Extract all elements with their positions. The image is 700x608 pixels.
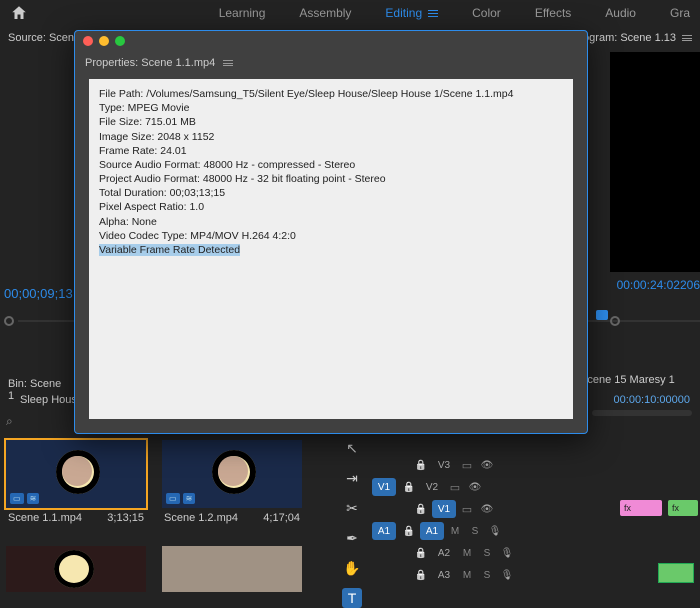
panel-menu-icon[interactable] <box>223 60 233 66</box>
clip-duration: 3;13;15 <box>107 512 144 524</box>
clip-thumb-2[interactable]: ▭≋ Scene 1.2.mp4 4;17;04 <box>162 440 302 528</box>
program-display[interactable] <box>610 52 700 272</box>
search-icon[interactable]: ⌕ <box>6 414 26 434</box>
timeline-clip[interactable]: fx <box>620 500 662 516</box>
timeline-clip[interactable] <box>658 563 694 583</box>
clip-thumb-3[interactable] <box>6 546 146 592</box>
playhead-marker-icon[interactable] <box>596 310 608 320</box>
mute-icon[interactable]: M <box>458 548 476 559</box>
zoom-icon[interactable] <box>115 36 125 46</box>
video-badge-icon: ▭ <box>10 493 24 504</box>
hand-tool-icon[interactable]: ✋ <box>342 558 362 578</box>
voiceover-icon[interactable] <box>498 547 516 559</box>
tab-color[interactable]: Color <box>472 6 501 20</box>
voiceover-icon[interactable] <box>486 525 504 537</box>
sequence-playhead-tc[interactable]: 00:00:10:00000 <box>614 394 700 406</box>
lock-icon[interactable] <box>412 547 430 559</box>
eye-icon[interactable] <box>478 459 496 471</box>
razor-tool-icon[interactable]: ✂ <box>342 498 362 518</box>
type-tool-icon[interactable]: T <box>342 588 362 608</box>
source-patch[interactable]: V1 <box>372 478 396 496</box>
window-titlebar[interactable] <box>75 31 587 51</box>
mute-icon[interactable]: M <box>446 526 464 537</box>
sync-lock-icon[interactable]: ▭ <box>446 481 464 494</box>
panel-menu-icon[interactable] <box>682 35 692 41</box>
voiceover-icon[interactable] <box>498 569 516 581</box>
bin-thumbnails: ▭≋ Scene 1.1.mp43;13;15 ▭≋ Scene 1.2.mp4… <box>6 440 302 528</box>
audio-badge-icon: ≋ <box>27 493 40 504</box>
solo-icon[interactable]: S <box>478 570 496 581</box>
properties-text[interactable]: File Path: /Volumes/Samsung_T5/Silent Ey… <box>89 79 573 419</box>
timeline-tools: ↖ ⇥ ✂ ✒ ✋ T <box>340 438 364 608</box>
minimize-icon[interactable] <box>99 36 109 46</box>
solo-icon[interactable]: S <box>478 548 496 559</box>
tab-effects[interactable]: Effects <box>535 6 571 20</box>
clip-thumb-1[interactable]: ▭≋ Scene 1.1.mp4 3;13;15 <box>6 440 146 528</box>
program-monitor: 00:00:24:02206 <box>610 52 700 294</box>
track-target[interactable]: A3 <box>432 566 456 584</box>
audio-badge-icon: ≋ <box>183 493 196 504</box>
variable-framerate-warning: Variable Frame Rate Detected <box>99 244 240 256</box>
sync-lock-icon[interactable]: ▭ <box>458 503 476 516</box>
eye-icon[interactable] <box>478 503 496 515</box>
track-v3[interactable]: V3 ▭ <box>372 454 700 476</box>
properties-dialog: Properties: Scene 1.1.mp4 File Path: /Vo… <box>74 30 588 434</box>
track-target[interactable]: A2 <box>432 544 456 562</box>
track-target[interactable]: A1 <box>420 522 444 540</box>
track-a2[interactable]: A2 M S <box>372 542 700 564</box>
clip-name: Scene 1.2.mp4 <box>164 512 238 524</box>
tab-audio[interactable]: Audio <box>605 6 636 20</box>
selection-tool-icon[interactable]: ↖ <box>342 438 362 458</box>
lock-icon[interactable] <box>412 503 430 515</box>
ripple-tool-icon[interactable]: ⇥ <box>342 468 362 488</box>
pen-tool-icon[interactable]: ✒ <box>342 528 362 548</box>
tab-editing[interactable]: Editing <box>385 6 438 20</box>
lock-icon[interactable] <box>400 525 418 537</box>
tab-learning[interactable]: Learning <box>219 6 266 20</box>
tab-graphics[interactable]: Gra <box>670 6 690 20</box>
lock-icon[interactable] <box>400 481 418 493</box>
timeline-zoom[interactable] <box>600 410 700 422</box>
clip-name: Scene 1.1.mp4 <box>8 512 82 524</box>
track-a3[interactable]: A3 M S <box>372 564 700 586</box>
source-timecode[interactable]: 00;00;09;13 <box>4 286 73 301</box>
source-patch[interactable]: A1 <box>372 522 396 540</box>
clip-thumb-4[interactable] <box>162 546 302 592</box>
video-badge-icon: ▭ <box>166 493 180 504</box>
close-icon[interactable] <box>83 36 93 46</box>
timeline-track-headers: V3 ▭ V1 V2 ▭ V1 ▭ A1 A1 M S A2 M S A3 M … <box>372 454 700 586</box>
timeline-clip[interactable]: fx <box>668 500 698 516</box>
eye-icon[interactable] <box>466 481 484 493</box>
workspace-tabs-bar: Learning Assembly Editing Color Effects … <box>0 0 700 26</box>
scrub-end-icon[interactable] <box>610 316 620 326</box>
lock-icon[interactable] <box>412 459 430 471</box>
hamburger-icon[interactable] <box>428 10 438 17</box>
solo-icon[interactable]: S <box>466 526 484 537</box>
home-icon[interactable] <box>10 4 28 22</box>
mute-icon[interactable]: M <box>458 570 476 581</box>
track-target[interactable]: V1 <box>432 500 456 518</box>
track-target[interactable]: V3 <box>432 456 456 474</box>
properties-title: Properties: Scene 1.1.mp4 <box>85 57 215 69</box>
clip-duration: 4;17;04 <box>263 512 300 524</box>
sync-lock-icon[interactable]: ▭ <box>458 459 476 472</box>
track-v2[interactable]: V1 V2 ▭ <box>372 476 700 498</box>
lock-icon[interactable] <box>412 569 430 581</box>
tab-assembly[interactable]: Assembly <box>299 6 351 20</box>
scrub-start-icon[interactable] <box>4 316 14 326</box>
bin-thumbnails-row2 <box>6 546 302 592</box>
program-timecode[interactable]: 00:00:24:02206 <box>610 276 700 294</box>
track-target[interactable]: V2 <box>420 478 444 496</box>
track-a1[interactable]: A1 A1 M S <box>372 520 700 542</box>
